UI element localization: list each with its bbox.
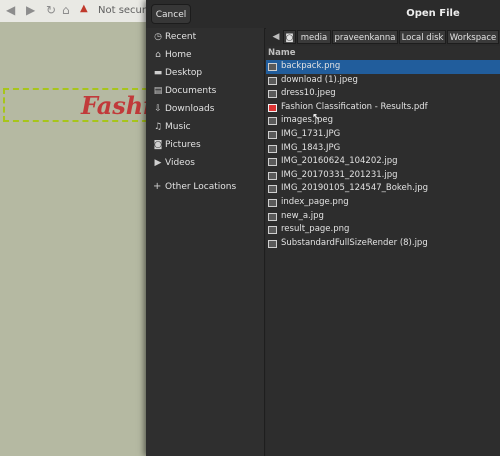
video-icon: ▶: [154, 158, 162, 168]
sidebar-item-label: Documents: [165, 86, 217, 96]
sidebar-item-pictures[interactable]: ◙ Pictures: [146, 137, 264, 155]
file-row[interactable]: IMG_1731.JPG: [266, 128, 500, 142]
image-file-icon: [268, 144, 277, 153]
image-file-icon: [268, 158, 277, 167]
home-icon[interactable]: ⌂: [62, 3, 70, 17]
image-file-icon: [268, 212, 277, 221]
clock-icon: ◷: [154, 32, 162, 42]
plus-icon: +: [153, 181, 162, 192]
sidebar-item-label: Videos: [165, 158, 195, 168]
image-file-icon: [268, 239, 277, 248]
file-name: download (1).jpeg: [281, 74, 358, 85]
sidebar-item-documents[interactable]: ▤ Documents: [146, 83, 264, 101]
back-icon[interactable]: ◀: [6, 3, 15, 17]
sidebar-item-videos[interactable]: ▶ Videos: [146, 155, 264, 173]
file-name: backpack.png: [281, 61, 341, 71]
sidebar-item-downloads[interactable]: ⇩ Downloads: [146, 101, 264, 119]
sidebar-item-label: Desktop: [165, 68, 203, 78]
path-bar: ◀ ◙ media praveenkanna Local disk Worksp…: [266, 28, 500, 46]
image-file-icon: [268, 117, 277, 126]
file-name: images.jpeg: [281, 115, 333, 126]
sidebar-item-label: Downloads: [165, 104, 215, 114]
file-name: IMG_20170331_201231.jpg: [281, 169, 398, 180]
reload-icon[interactable]: ↻: [46, 3, 56, 17]
sidebar-item-label: Recent: [165, 32, 197, 42]
image-file-icon: [268, 76, 277, 85]
page-banner: Fashi: [3, 88, 152, 122]
security-label[interactable]: Not secure: [98, 5, 152, 16]
column-header-name[interactable]: Name: [266, 46, 500, 61]
file-name: IMG_1843.JPG: [281, 142, 341, 153]
file-row[interactable]: result_page.png: [266, 223, 500, 237]
file-row[interactable]: IMG_20170331_201231.jpg: [266, 169, 500, 183]
places-sidebar: ◷ Recent ⌂ Home ▬ Desktop ▤ Documents ⇩ Downloads…: [146, 28, 265, 456]
image-file-icon: [268, 63, 277, 71]
folder-icon: ▬: [153, 68, 163, 78]
file-row[interactable]: SubstandardFullSizeRender (8).jpg: [266, 237, 500, 251]
sidebar-item-recent[interactable]: ◷ Recent: [146, 29, 264, 47]
file-row[interactable]: backpack.png: [266, 60, 500, 74]
file-name: IMG_20160624_104202.jpg: [281, 156, 398, 167]
file-name: new_a.jpg: [281, 210, 324, 221]
open-file-dialog: Cancel Open File ◷ Recent ⌂ Home ▬ Desktop ▤ Do…: [146, 0, 500, 456]
sidebar-item-music[interactable]: ♫ Music: [146, 119, 264, 137]
file-row[interactable]: new_a.jpg: [266, 210, 500, 224]
drive-icon[interactable]: ◙: [283, 30, 296, 44]
image-file-icon: [268, 171, 277, 180]
file-row[interactable]: dress10.jpeg: [266, 87, 500, 101]
column-header-label: Name: [268, 48, 296, 58]
image-file-icon: [268, 90, 277, 99]
file-name: IMG_20190105_124547_Bokeh.jpg: [281, 183, 429, 194]
sidebar-item-label: Home: [165, 50, 192, 60]
warning-triangle-icon[interactable]: ▲: [80, 3, 88, 14]
music-icon: ♫: [153, 122, 163, 132]
file-name: index_page.png: [281, 197, 349, 207]
camera-icon: ◙: [153, 140, 163, 150]
file-name: SubstandardFullSizeRender (8).jpg: [281, 237, 428, 248]
file-row[interactable]: IMG_20160624_104202.jpg: [266, 155, 500, 169]
file-row[interactable]: IMG_20190105_124547_Bokeh.jpg: [266, 182, 500, 196]
document-icon: ▤: [153, 86, 163, 96]
sidebar-item-label: Pictures: [165, 140, 201, 150]
banner-title: Fashi: [81, 91, 153, 120]
sidebar-item-other-locations[interactable]: + Other Locations: [146, 179, 264, 197]
file-row[interactable]: download (1).jpeg: [266, 74, 500, 88]
path-segment-workspace[interactable]: Workspace: [447, 30, 499, 44]
file-name: IMG_1731.JPG: [281, 129, 341, 139]
file-name: dress10.jpeg: [281, 88, 336, 99]
pdf-file-icon: [268, 103, 277, 112]
file-row[interactable]: Fashion Classification - Results.pdf: [266, 101, 500, 115]
file-row[interactable]: IMG_1843.JPG: [266, 142, 500, 156]
file-name: result_page.png: [281, 224, 350, 235]
file-row[interactable]: images.jpeg: [266, 114, 500, 128]
sidebar-item-label: Music: [165, 122, 191, 132]
sidebar-item-desktop[interactable]: ▬ Desktop: [146, 65, 264, 83]
path-segment-media[interactable]: media: [297, 30, 331, 44]
download-icon: ⇩: [154, 104, 162, 114]
image-file-icon: [268, 131, 277, 139]
dialog-title: Open File: [406, 8, 460, 19]
image-file-icon: [268, 199, 277, 207]
mouse-cursor-icon: ↖: [312, 112, 321, 123]
sidebar-item-home[interactable]: ⌂ Home: [146, 47, 264, 65]
dialog-titlebar: Cancel Open File: [146, 0, 500, 29]
path-segment-user[interactable]: praveenkanna: [332, 30, 398, 44]
file-list: Name backpack.png download (1).jpeg dress1…: [266, 46, 500, 456]
file-row[interactable]: index_page.png: [266, 196, 500, 210]
image-file-icon: [268, 185, 277, 194]
home-icon: ⌂: [155, 50, 161, 60]
path-scroll-left-icon[interactable]: ◀: [270, 29, 282, 45]
forward-icon[interactable]: ▶: [26, 3, 35, 17]
sidebar-item-label: Other Locations: [165, 182, 237, 192]
file-name: Fashion Classification - Results.pdf: [281, 101, 428, 112]
image-file-icon: [268, 226, 277, 235]
path-segment-local-disk[interactable]: Local disk: [399, 30, 446, 44]
